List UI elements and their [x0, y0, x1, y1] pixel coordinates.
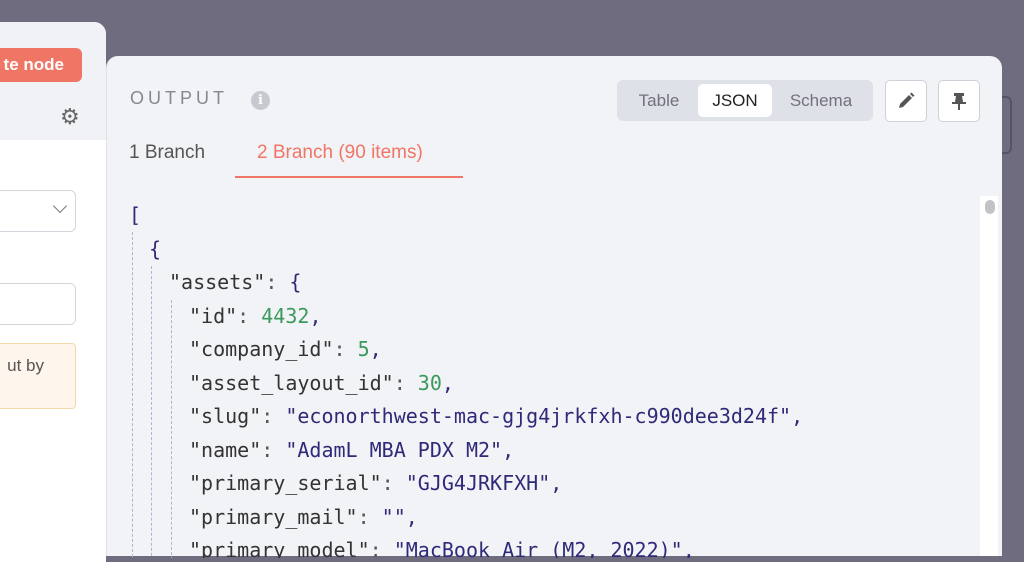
json-comma: , [369, 337, 382, 361]
json-key: "primary_model" [189, 538, 370, 558]
json-key: "primary_serial" [189, 471, 382, 495]
node-parameters-panel: te node ⚙ ut by [0, 22, 106, 562]
parameter-input[interactable] [0, 283, 76, 325]
execute-node-label: te node [3, 55, 64, 74]
gear-icon[interactable]: ⚙ [60, 106, 82, 128]
json-value: 4432 [261, 303, 310, 328]
json-comma: , [791, 404, 804, 428]
json-value: { [149, 236, 162, 261]
parameter-select[interactable] [0, 190, 76, 232]
json-value: "MacBook Air (M2, 2022)" [393, 538, 683, 558]
json-line: [ [129, 198, 141, 232]
scrollbar[interactable] [980, 196, 998, 556]
json-value: [ [129, 203, 142, 227]
json-value: 5 [357, 337, 370, 361]
json-key: "id" [189, 303, 238, 328]
json-value: "GJG4JRKFXH" [405, 471, 551, 495]
notice-text: ut by [7, 356, 44, 375]
json-line: { [149, 232, 161, 266]
output-panel: OUTPUT i Table JSON Schema 1 Branch 2 Br… [106, 56, 1002, 558]
json-key: "company_id" [189, 337, 334, 361]
view-table-button[interactable]: Table [625, 84, 693, 117]
pin-icon [952, 93, 966, 110]
pin-output-button[interactable] [938, 80, 980, 122]
json-value: "AdamL MBA PDX M2" [285, 437, 503, 462]
json-key: "assets" [169, 270, 266, 294]
top-bar [0, 0, 1024, 20]
indent-guide [171, 300, 172, 558]
json-comma: , [405, 504, 418, 529]
output-title: OUTPUT [130, 88, 228, 108]
json-line: "company_id": 5, [189, 337, 382, 361]
view-schema-button[interactable]: Schema [777, 84, 865, 117]
edit-output-button[interactable] [885, 80, 927, 122]
json-key: "slug" [189, 404, 262, 428]
json-line: "name": "AdamL MBA PDX M2", [189, 437, 515, 462]
parameters-header: te node ⚙ [0, 22, 106, 140]
view-switcher: Table JSON Schema [617, 80, 873, 121]
view-json-button[interactable]: JSON [698, 84, 772, 117]
indent-guide [132, 232, 133, 558]
indent-guide [151, 266, 152, 558]
json-value: "" [381, 504, 406, 529]
json-line: "assets": { [169, 270, 302, 294]
scrollbar-thumb[interactable] [985, 200, 995, 214]
json-value: "econorthwest-mac-gjg4jrkfxh-c990dee3d24… [285, 404, 792, 428]
json-key: "asset_layout_id" [189, 370, 394, 395]
info-icon[interactable]: i [251, 91, 270, 110]
tab-branch-2[interactable]: 2 Branch (90 items) [235, 142, 463, 178]
json-line: "asset_layout_id": 30, [189, 370, 454, 395]
json-comma: , [502, 437, 515, 462]
json-viewer: [{"assets": {"id": 4432, "company_id": 5,… [129, 198, 987, 558]
pencil-icon [899, 92, 915, 108]
json-comma: , [441, 370, 454, 395]
json-line: "primary_serial": "GJG4JRKFXH", [189, 471, 563, 495]
execute-node-button[interactable]: te node [0, 48, 82, 82]
json-line: "slug": "econorthwest-mac-gjg4jrkfxh-c99… [189, 404, 804, 428]
json-comma: , [682, 538, 695, 558]
tab-branch-1[interactable]: 1 Branch [129, 142, 205, 178]
json-comma: , [550, 471, 563, 495]
json-line: "primary_model": "MacBook Air (M2, 2022)… [189, 533, 695, 558]
json-value: 30 [417, 370, 442, 395]
json-key: "primary_mail" [189, 504, 358, 529]
json-line: "primary_mail": "", [189, 504, 418, 529]
json-key: "name" [189, 437, 262, 462]
json-value: { [289, 270, 302, 294]
json-comma: , [309, 303, 322, 328]
notice-box: ut by [0, 343, 76, 409]
json-line: "id": 4432, [189, 303, 322, 328]
chevron-down-icon [52, 198, 68, 214]
